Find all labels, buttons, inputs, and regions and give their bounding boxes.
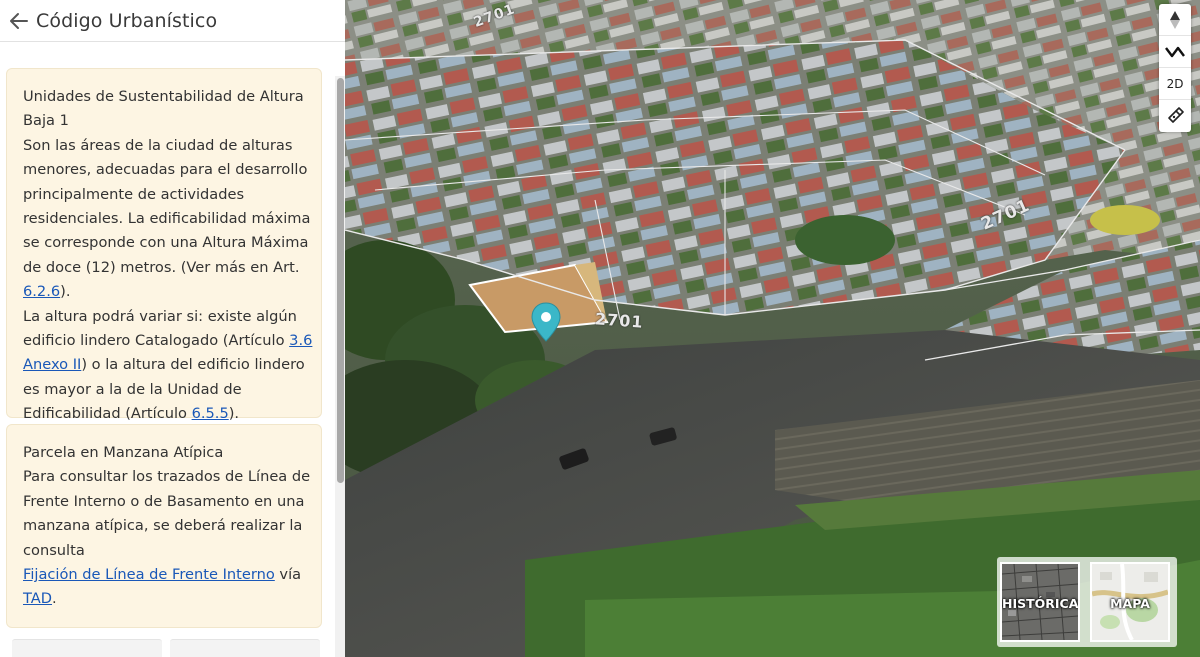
sidebar-header: Código Urbanístico xyxy=(0,0,345,42)
layer-label: HISTÓRICA xyxy=(1002,596,1079,611)
map-layer-button[interactable]: MAPA xyxy=(1090,562,1170,642)
sidebar-panel: Código Urbanístico Unidades de Sustentab… xyxy=(0,0,345,657)
next-card-peek[interactable] xyxy=(170,639,320,657)
measure-button[interactable] xyxy=(1159,36,1191,68)
article-link-6-5-5[interactable]: 6.5.5 xyxy=(192,405,229,422)
street-view-button[interactable] xyxy=(1159,100,1191,132)
arrow-left-icon xyxy=(10,12,28,29)
map-3d-view[interactable]: 2701 2701 2701 2D HISTÓRICA MAPA xyxy=(345,0,1200,657)
view-mode-2d-button[interactable]: 2D xyxy=(1159,68,1191,100)
layer-switcher: HISTÓRICA MAPA xyxy=(997,557,1177,647)
sidebar-content[interactable]: Unidades de Sustentabilidad de Altura Ba… xyxy=(0,48,345,657)
fijacion-link[interactable]: Fijación de Línea de Frente Interno xyxy=(23,566,275,583)
card-title: Parcela en Manzana Atípica xyxy=(23,444,224,461)
location-marker-icon[interactable] xyxy=(531,302,561,342)
tad-link[interactable]: TAD xyxy=(23,590,52,607)
next-card-peek[interactable] xyxy=(12,639,162,657)
layer-label: MAPA xyxy=(1110,596,1150,611)
back-button[interactable] xyxy=(2,4,36,38)
route-measure-icon xyxy=(1165,46,1185,57)
card-height-note: La altura podrá variar si: existe algún … xyxy=(23,307,313,423)
map-controls: 2D xyxy=(1159,4,1191,132)
card-links: Fijación de Línea de Frente Interno vía … xyxy=(23,566,302,608)
info-card-usab1: Unidades de Sustentabilidad de Altura Ba… xyxy=(6,68,322,422)
scrollbar-thumb[interactable] xyxy=(337,78,344,483)
historic-layer-button[interactable]: HISTÓRICA xyxy=(1000,562,1080,642)
card-description: Son las áreas de la ciudad de alturas me… xyxy=(23,136,311,301)
compass-reset-icon xyxy=(1170,10,1180,29)
card-title: Unidades de Sustentabilidad de Altura Ba… xyxy=(23,88,304,130)
article-link-6-2-6[interactable]: 6.2.6 xyxy=(23,283,60,300)
compass-button[interactable] xyxy=(1159,4,1191,36)
street-number-label: 2701 xyxy=(594,309,645,332)
card-description: Para consultar los trazados de Línea de … xyxy=(23,468,311,559)
page-title: Código Urbanístico xyxy=(36,9,218,32)
street-view-icon xyxy=(1168,107,1184,123)
info-card-manzana-atipica: Parcela en Manzana Atípica Para consulta… xyxy=(6,424,322,628)
